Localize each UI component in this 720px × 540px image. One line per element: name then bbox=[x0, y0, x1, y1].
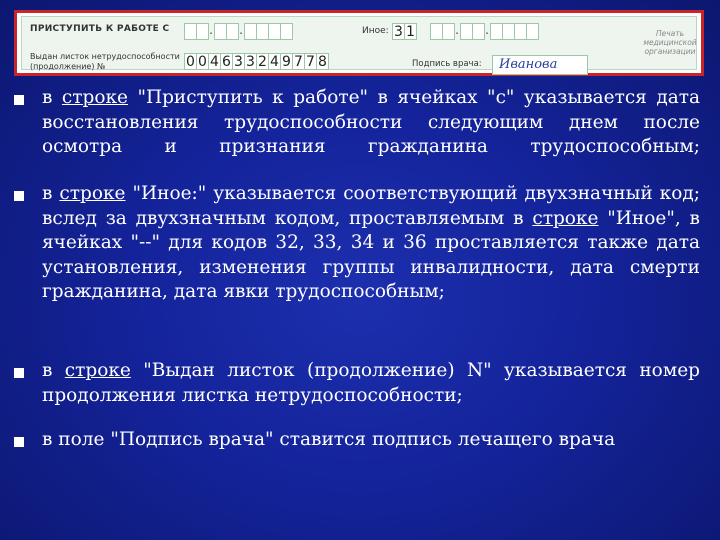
doctor-signature-label: Подпись врача: bbox=[412, 59, 482, 69]
other-date-cells: . . bbox=[430, 23, 539, 40]
bullet-text-start-work: в строке "Приступить к работе" в ячейках… bbox=[42, 86, 700, 160]
doctor-signature-field: Иванова bbox=[492, 55, 588, 75]
bullet-text-issued: в строке "Выдан листок (продолжение) N" … bbox=[42, 359, 700, 408]
link-stroke[interactable]: строке bbox=[62, 87, 128, 108]
number-cell: 8 bbox=[316, 53, 329, 70]
link-stroke[interactable]: строке bbox=[59, 183, 125, 204]
issued-number-cells: 0 0 4 6 3 3 2 4 9 7 7 8 bbox=[184, 53, 329, 70]
issued-label-line2: (продолжение) № bbox=[30, 62, 106, 71]
text-fragment: "Приступить к работе" в ячейках "с" указ… bbox=[42, 87, 700, 157]
bullet-marker bbox=[14, 368, 24, 378]
text-fragment: в bbox=[42, 183, 60, 204]
form-body: ПРИСТУПИТЬ К РАБОТЕ С . . Иное: 3 1 . . … bbox=[21, 16, 697, 75]
link-stroke[interactable]: строке bbox=[532, 208, 598, 229]
bullet-marker bbox=[14, 95, 24, 105]
start-date-cells: . . bbox=[184, 23, 293, 40]
bullet-marker bbox=[14, 437, 24, 447]
start-work-label: ПРИСТУПИТЬ К РАБОТЕ С bbox=[30, 24, 170, 34]
date-cell bbox=[526, 23, 539, 40]
code-cell: 1 bbox=[404, 23, 417, 40]
other-code-cells: 3 1 bbox=[392, 23, 417, 40]
date-cell bbox=[280, 23, 293, 40]
bullet-text-other: в строке "Иное:" указывается соответству… bbox=[42, 182, 700, 305]
issued-label-line1: Выдан листок нетрудоспособности bbox=[30, 52, 180, 61]
bullet-marker bbox=[14, 191, 24, 201]
text-fragment: "Выдан листок (продолжение) N" указывает… bbox=[42, 360, 701, 406]
text-fragment: в bbox=[42, 360, 65, 381]
text-fragment: в bbox=[42, 87, 62, 108]
bullet-text-signature: в поле "Подпись врача" ставится подпись … bbox=[42, 429, 616, 450]
stamp-label: Печать медицинской организации bbox=[643, 29, 697, 56]
other-label: Иное: bbox=[362, 26, 389, 36]
form-excerpt: ПРИСТУПИТЬ К РАБОТЕ С . . Иное: 3 1 . . … bbox=[14, 10, 704, 76]
link-stroke[interactable]: строке bbox=[65, 360, 131, 381]
